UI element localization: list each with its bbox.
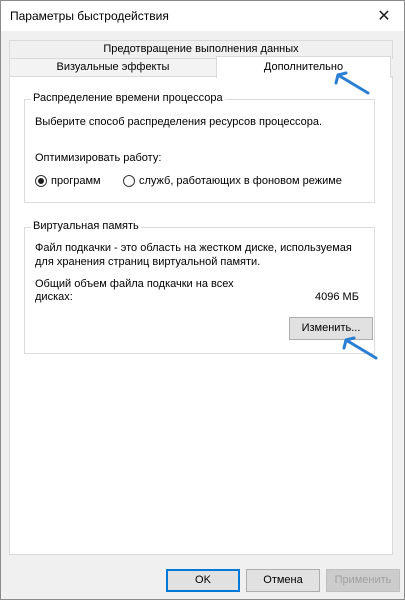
radio-programs[interactable]: программ — [35, 175, 101, 187]
radio-background-services[interactable]: служб, работающих в фоновом режиме — [123, 175, 342, 187]
group-legend: Виртуальная память — [31, 220, 141, 232]
radio-unchecked-icon — [123, 175, 135, 187]
virtual-memory-description-line2: для хранения страниц виртуальной памяти. — [35, 256, 261, 268]
radio-checked-icon — [35, 175, 47, 187]
paging-file-total-value: 4096 МБ — [315, 291, 359, 303]
apply-button[interactable]: Применить — [326, 569, 400, 592]
close-icon[interactable]: ✕ — [364, 1, 404, 31]
processor-scheduling-description: Выберите способ распределения ресурсов п… — [35, 116, 323, 128]
tab-panel-advanced: Распределение времени процессора Выберит… — [9, 76, 393, 555]
group-legend: Распределение времени процессора — [31, 92, 225, 104]
annotation-arrow-icon — [342, 336, 378, 360]
radio-label: программ — [51, 175, 101, 187]
virtual-memory-description-line1: Файл подкачки - это область на жестком д… — [35, 242, 352, 254]
paging-file-total-label-line2: дисках: — [35, 291, 73, 303]
cancel-button[interactable]: Отмена — [246, 569, 320, 592]
window-title: Параметры быстродействия — [10, 9, 169, 23]
annotation-arrow-icon — [334, 71, 370, 95]
optimize-label: Оптимизировать работу: — [35, 152, 162, 164]
ok-button[interactable]: OK — [166, 569, 240, 592]
paging-file-total-label-line1: Общий объем файла подкачки на всех — [35, 278, 234, 290]
virtual-memory-group: Виртуальная память Файл подкачки - это о… — [24, 220, 375, 354]
processor-scheduling-group: Распределение времени процессора Выберит… — [24, 92, 375, 203]
tab-visual-effects[interactable]: Визуальные эффекты — [9, 58, 217, 77]
radio-label: служб, работающих в фоновом режиме — [139, 175, 342, 187]
performance-options-window: Параметры быстродействия ✕ Предотвращени… — [0, 0, 405, 600]
dialog-client: Предотвращение выполнения данных Визуаль… — [2, 31, 403, 599]
title-bar: Параметры быстродействия ✕ — [1, 1, 404, 31]
